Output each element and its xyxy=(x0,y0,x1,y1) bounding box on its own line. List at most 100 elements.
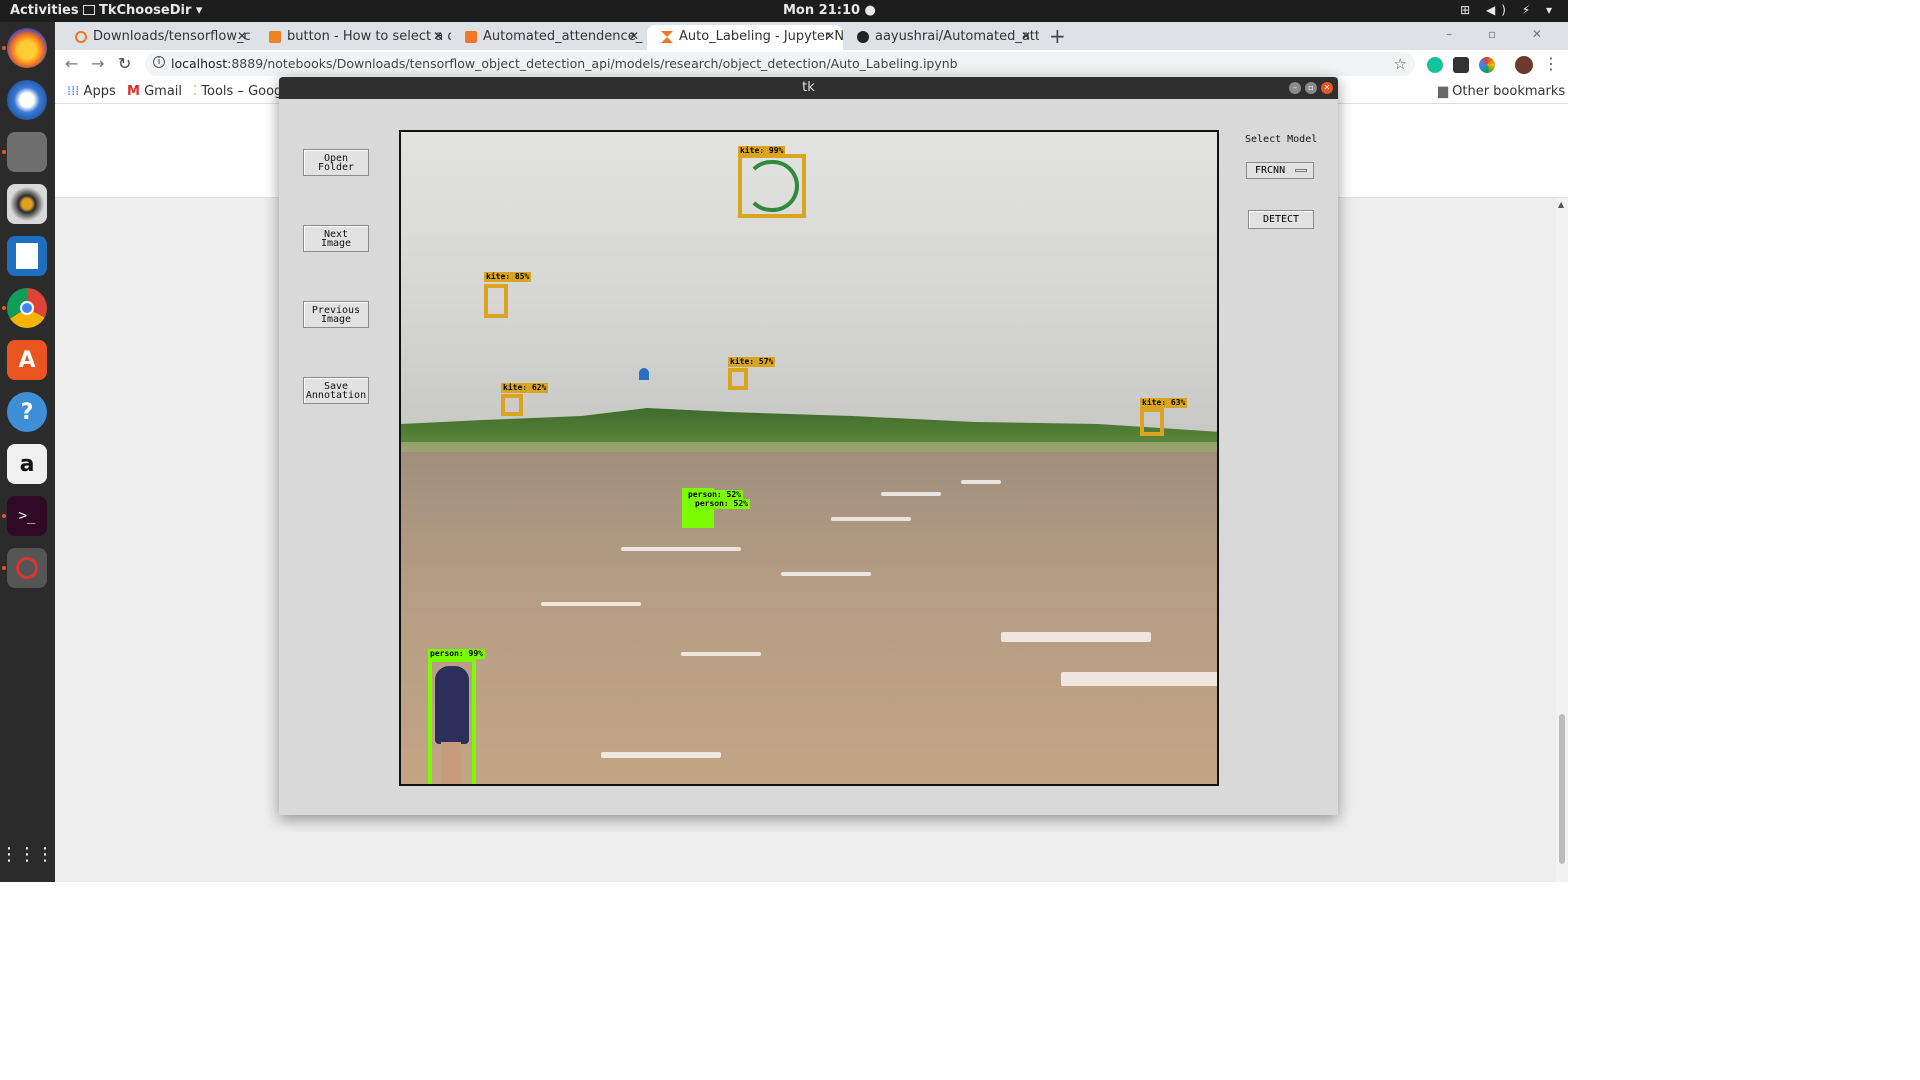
window-controls[interactable]: – ▫ ✕ xyxy=(1446,27,1558,41)
bookmark-tools-label: Tools – Goog xyxy=(201,84,283,99)
help-icon[interactable]: ? xyxy=(7,392,47,432)
show-applications-icon[interactable]: ⋮⋮⋮ xyxy=(0,834,54,874)
wave xyxy=(781,572,871,576)
tab-close-icon[interactable]: ✕ xyxy=(629,29,639,43)
tk-window: tk – ▫ ✕ Open Folder Next Image Previous… xyxy=(279,77,1338,815)
grammarly-icon[interactable] xyxy=(1427,57,1443,73)
tab-close-icon[interactable]: ✕ xyxy=(237,29,247,43)
url-path: :8889/notebooks/Downloads/tensorflow_obj… xyxy=(227,56,958,71)
back-icon[interactable]: ← xyxy=(65,54,78,73)
extension-icon[interactable] xyxy=(1453,57,1469,73)
tab-github[interactable]: aayushrai/Automated_att ✕ xyxy=(843,25,1039,50)
tab-label: Downloads/tensorflow_c xyxy=(93,29,251,44)
app-menu[interactable]: TkChooseDir ▾ xyxy=(83,3,202,18)
wave xyxy=(681,652,761,656)
kite-bbox[interactable] xyxy=(501,394,523,416)
wave xyxy=(881,492,941,496)
previous-image-button[interactable]: Previous Image xyxy=(303,301,369,328)
wave xyxy=(1061,672,1217,686)
tab-downloads[interactable]: Downloads/tensorflow_c ✕ xyxy=(61,25,255,50)
kite-bbox[interactable] xyxy=(484,284,508,318)
wave xyxy=(601,752,721,758)
open-folder-button[interactable]: Open Folder xyxy=(303,149,369,176)
kite-unlabeled xyxy=(639,368,649,380)
kite-shape xyxy=(745,160,799,212)
writer-icon[interactable] xyxy=(7,236,47,276)
minimize-icon[interactable]: – xyxy=(1289,82,1301,94)
menu-kebab-icon[interactable]: ⋮ xyxy=(1543,54,1559,73)
google-extension-icon[interactable] xyxy=(1479,57,1495,73)
scroll-up-icon[interactable]: ▲ xyxy=(1558,200,1564,209)
model-dropdown[interactable]: FRCNN xyxy=(1246,162,1314,179)
url-host: localhost xyxy=(171,56,228,71)
stackoverflow-icon xyxy=(269,31,281,43)
chrome-center xyxy=(20,301,34,315)
bookmark-gmail-label: Gmail xyxy=(144,84,183,99)
folder-icon: ▆ xyxy=(1438,84,1448,99)
tab-label: aayushrai/Automated_att xyxy=(875,29,1039,44)
jupyter-notebook-icon xyxy=(465,31,477,43)
reload-icon[interactable]: ↻ xyxy=(118,54,131,73)
dock: A ? a >_ ⋮⋮⋮ xyxy=(0,22,55,882)
software-icon[interactable]: A xyxy=(7,340,47,380)
wave xyxy=(621,547,741,551)
running-indicator xyxy=(2,566,6,570)
lake-water xyxy=(401,452,1217,784)
tab-close-icon[interactable]: ✕ xyxy=(1021,29,1031,43)
system-tray[interactable]: ⊞ ◀) ⚡ ▾ xyxy=(1460,3,1558,17)
bookmark-other[interactable]: ▆ Other bookmarks xyxy=(1438,84,1565,99)
tab-automated-attendence[interactable]: Automated_attendence_ ✕ xyxy=(451,25,647,50)
next-image-button[interactable]: Next Image xyxy=(303,225,369,252)
detect-button[interactable]: DETECT xyxy=(1248,210,1314,229)
files-icon[interactable] xyxy=(2,132,47,172)
maximize-icon[interactable]: ▫ xyxy=(1305,82,1317,94)
detection-label: kite: 99% xyxy=(738,146,786,156)
tools-icon: ⁚ xyxy=(193,84,198,99)
dropdown-indicator-icon xyxy=(1295,169,1307,172)
model-dropdown-value: FRCNN xyxy=(1255,165,1286,176)
running-indicator xyxy=(2,150,6,154)
page-scrollbar[interactable]: ▲ xyxy=(1556,198,1568,882)
terminal-icon[interactable]: >_ xyxy=(2,496,47,536)
bookmark-apps[interactable]: ⁞⁞⁞ Apps xyxy=(67,84,116,99)
detection-label: kite: 85% xyxy=(484,272,532,282)
profile-avatar[interactable] xyxy=(1515,56,1533,74)
bookmark-star-icon[interactable]: ☆ xyxy=(1394,55,1407,73)
address-bar[interactable]: i localhost:8889/notebooks/Downloads/ten… xyxy=(145,52,1415,76)
tab-label: Auto_Labeling - Jupyter N xyxy=(679,29,843,44)
bookmark-tools[interactable]: ⁚ Tools – Goog xyxy=(193,84,282,99)
scrollbar-thumb[interactable] xyxy=(1559,714,1565,864)
detection-label: kite: 63% xyxy=(1140,398,1188,408)
tk-app-icon[interactable] xyxy=(2,548,47,588)
clock[interactable]: Mon 21:10 ● xyxy=(783,3,876,18)
navigation-bar: ← → ↻ i localhost:8889/notebooks/Downloa… xyxy=(55,50,1568,78)
firefox-icon[interactable] xyxy=(2,28,47,68)
tab-close-icon[interactable]: ✕ xyxy=(825,29,835,43)
forward-icon[interactable]: → xyxy=(91,54,104,73)
tk-title-bar[interactable]: tk – ▫ ✕ xyxy=(279,77,1338,99)
info-icon[interactable]: i xyxy=(153,56,165,68)
thunderbird-icon[interactable] xyxy=(7,80,47,120)
bookmark-gmail[interactable]: M Gmail xyxy=(127,84,182,99)
tab-close-icon[interactable]: ✕ xyxy=(433,29,443,43)
tab-auto-labeling[interactable]: Auto_Labeling - Jupyter N ✕ xyxy=(647,25,843,50)
image-canvas[interactable]: kite: 99% kite: 85% kite: 57% kite: 62% … xyxy=(399,130,1219,786)
window-icon xyxy=(83,5,95,15)
tab-bar: Downloads/tensorflow_c ✕ button - How to … xyxy=(55,22,1568,50)
tk-glyph xyxy=(16,557,38,579)
save-annotation-button[interactable]: Save Annotation xyxy=(303,377,369,404)
chrome-icon[interactable] xyxy=(2,288,47,328)
activities-button[interactable]: Activities xyxy=(10,3,79,18)
kite-bbox[interactable] xyxy=(728,368,748,390)
new-tab-button[interactable]: + xyxy=(1049,24,1066,48)
detection-label: person: 52% xyxy=(693,499,750,509)
person-figure xyxy=(435,666,469,744)
kite-bbox[interactable] xyxy=(1140,408,1164,436)
amazon-icon[interactable]: a xyxy=(7,444,47,484)
close-icon[interactable]: ✕ xyxy=(1321,82,1333,94)
select-model-label: Select Model xyxy=(1245,134,1318,145)
wave xyxy=(541,602,641,606)
tab-stackoverflow[interactable]: button - How to select a d ✕ xyxy=(255,25,451,50)
gmail-icon: M xyxy=(127,84,140,99)
rhythmbox-icon[interactable] xyxy=(7,184,47,224)
